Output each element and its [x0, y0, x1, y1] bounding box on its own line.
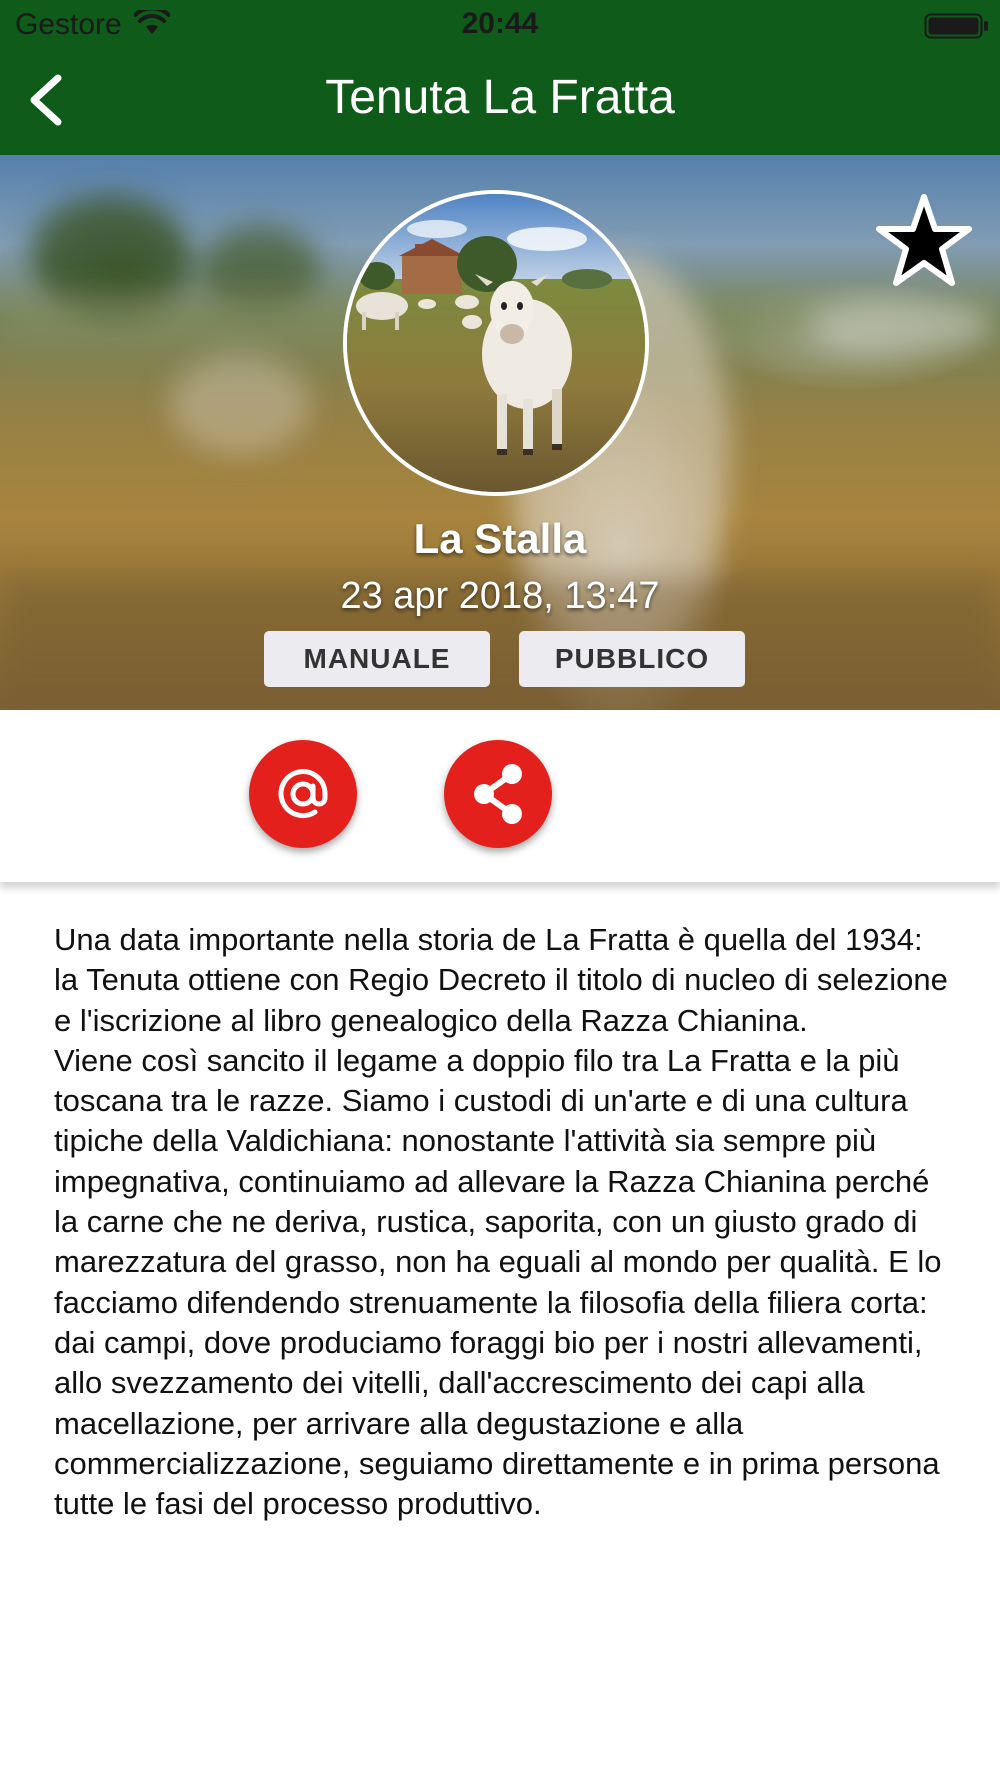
top-bar: Gestore 20:44 Tenuta La Fratta — [0, 0, 1000, 155]
page-title: Tenuta La Fratta — [325, 71, 675, 124]
status-bar: Gestore 20:44 — [0, 0, 1000, 50]
email-button[interactable] — [249, 740, 357, 848]
share-icon — [474, 764, 522, 824]
tag-pubblico: PUBBLICO — [519, 631, 745, 687]
star-icon — [876, 194, 972, 286]
battery-icon — [924, 13, 990, 44]
place-avatar — [343, 190, 649, 496]
description-text: Una data importante nella storia de La F… — [54, 922, 948, 1522]
hero-header: La Stalla 23 apr 2018, 13:47 MANUALE PUB… — [0, 155, 1000, 710]
status-time: 20:44 — [461, 7, 539, 40]
tag-manuale: MANUALE — [264, 631, 490, 687]
place-date: 23 apr 2018, 13:47 — [340, 575, 660, 617]
at-sign-icon — [278, 769, 328, 819]
share-button[interactable] — [444, 740, 552, 848]
place-name: La Stalla — [413, 515, 587, 562]
navigation-bar: Tenuta La Fratta — [0, 50, 1000, 155]
action-bar — [0, 710, 1000, 882]
cow-photo — [347, 194, 645, 492]
favorite-button[interactable] — [872, 191, 976, 291]
